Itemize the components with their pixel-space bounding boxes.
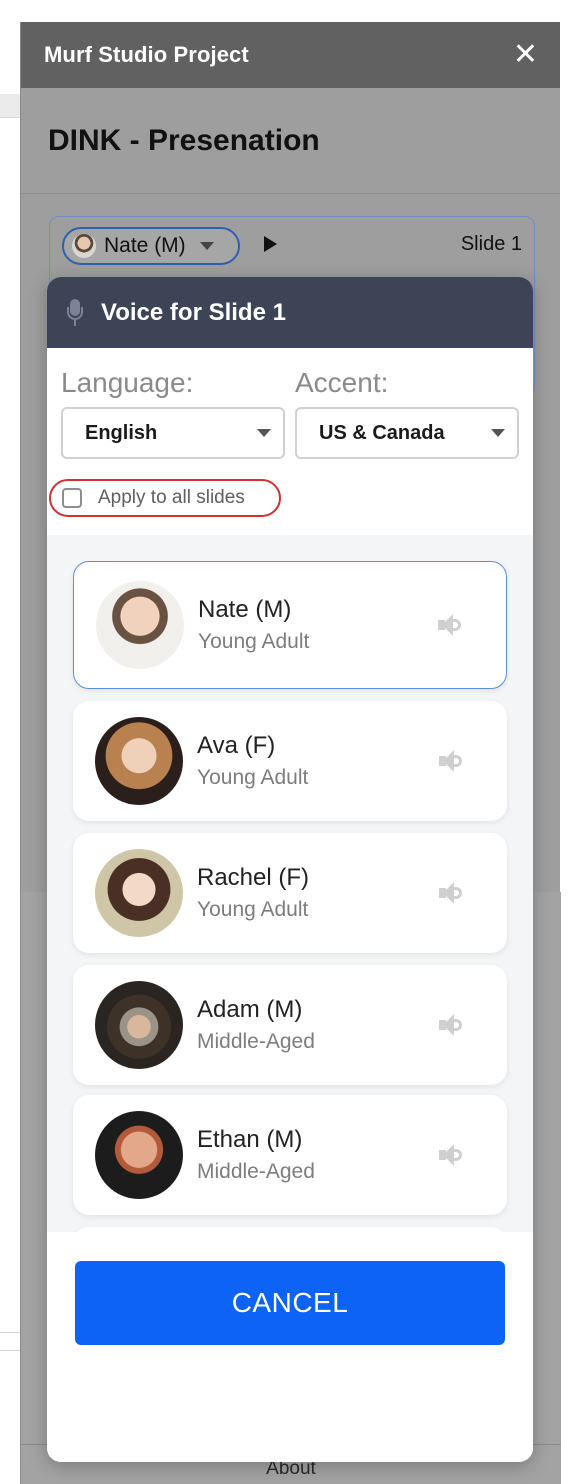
accent-label: Accent:: [295, 367, 389, 398]
voice-age: Young Adult: [198, 630, 310, 653]
language-select[interactable]: English: [61, 407, 285, 459]
language-accent-row: Language: English Accent: US & Canada: [61, 367, 519, 459]
chevron-down-icon: [257, 429, 271, 437]
avatar: [95, 849, 183, 937]
voice-card-ethan[interactable]: Ethan (M) Middle-Aged: [73, 1095, 507, 1215]
speaker-icon[interactable]: [437, 746, 467, 776]
voice-name: Ethan (M): [197, 1126, 303, 1153]
avatar: [72, 234, 96, 258]
modal-header: Voice for Slide 1: [47, 277, 533, 348]
voice-card-adam[interactable]: Adam (M) Middle-Aged: [73, 965, 507, 1085]
accent-select[interactable]: US & Canada: [295, 407, 519, 459]
voice-selector-chip[interactable]: Nate (M): [62, 227, 240, 265]
panel-title: Murf Studio Project: [44, 42, 249, 67]
speaker-icon[interactable]: [436, 610, 466, 640]
accent-field: Accent: US & Canada: [295, 367, 519, 459]
close-icon[interactable]: ✕: [513, 40, 538, 70]
voice-name: Ava (F): [197, 732, 276, 759]
background-divider: [0, 1332, 20, 1333]
voice-name: Rachel (F): [197, 864, 310, 891]
avatar: [95, 1111, 183, 1199]
cancel-button[interactable]: CANCEL: [75, 1261, 505, 1345]
voice-selection-modal: Voice for Slide 1 Language: English Acce…: [47, 277, 533, 1462]
speaker-icon[interactable]: [437, 1010, 467, 1040]
voice-age: Young Adult: [197, 898, 309, 921]
play-icon[interactable]: [264, 236, 277, 252]
voice-age: Young Adult: [197, 766, 309, 789]
apply-to-all-label: Apply to all slides: [98, 487, 245, 508]
language-field: Language: English: [61, 367, 285, 459]
accent-value: US & Canada: [319, 421, 445, 444]
voice-list[interactable]: Nate (M) Young Adult Ava (F) Young Adult…: [47, 535, 533, 1232]
background-toolbar: [0, 94, 20, 118]
chevron-down-icon: [199, 242, 214, 250]
voice-chip-label: Nate (M): [104, 234, 186, 257]
panel-header: Murf Studio Project ✕: [21, 22, 560, 88]
voice-card-ava[interactable]: Ava (F) Young Adult: [73, 701, 507, 821]
speaker-icon[interactable]: [437, 1140, 467, 1170]
voice-card-nate[interactable]: Nate (M) Young Adult: [73, 561, 507, 689]
avatar: [95, 717, 183, 805]
modal-footer: CANCEL: [47, 1232, 533, 1462]
language-label: Language:: [61, 367, 194, 398]
apply-to-all-checkbox[interactable]: [62, 488, 82, 508]
language-value: English: [85, 421, 158, 444]
voice-name: Nate (M): [198, 596, 292, 623]
voice-name: Adam (M): [197, 996, 303, 1023]
slide-label: Slide 1: [460, 233, 522, 255]
avatar: [95, 981, 183, 1069]
chevron-down-icon: [491, 429, 505, 437]
modal-title: Voice for Slide 1: [101, 298, 286, 326]
apply-to-all-slides-option[interactable]: Apply to all slides: [49, 479, 281, 517]
microphone-icon: [67, 298, 83, 327]
background-divider: [0, 1350, 20, 1351]
avatar: [96, 581, 184, 669]
voice-age: Middle-Aged: [197, 1030, 315, 1053]
voice-card-rachel[interactable]: Rachel (F) Young Adult: [73, 833, 507, 953]
project-name-row: DINK - Presenation: [21, 88, 560, 194]
project-name: DINK - Presenation: [48, 123, 320, 157]
speaker-icon[interactable]: [437, 878, 467, 908]
voice-age: Middle-Aged: [197, 1160, 315, 1183]
